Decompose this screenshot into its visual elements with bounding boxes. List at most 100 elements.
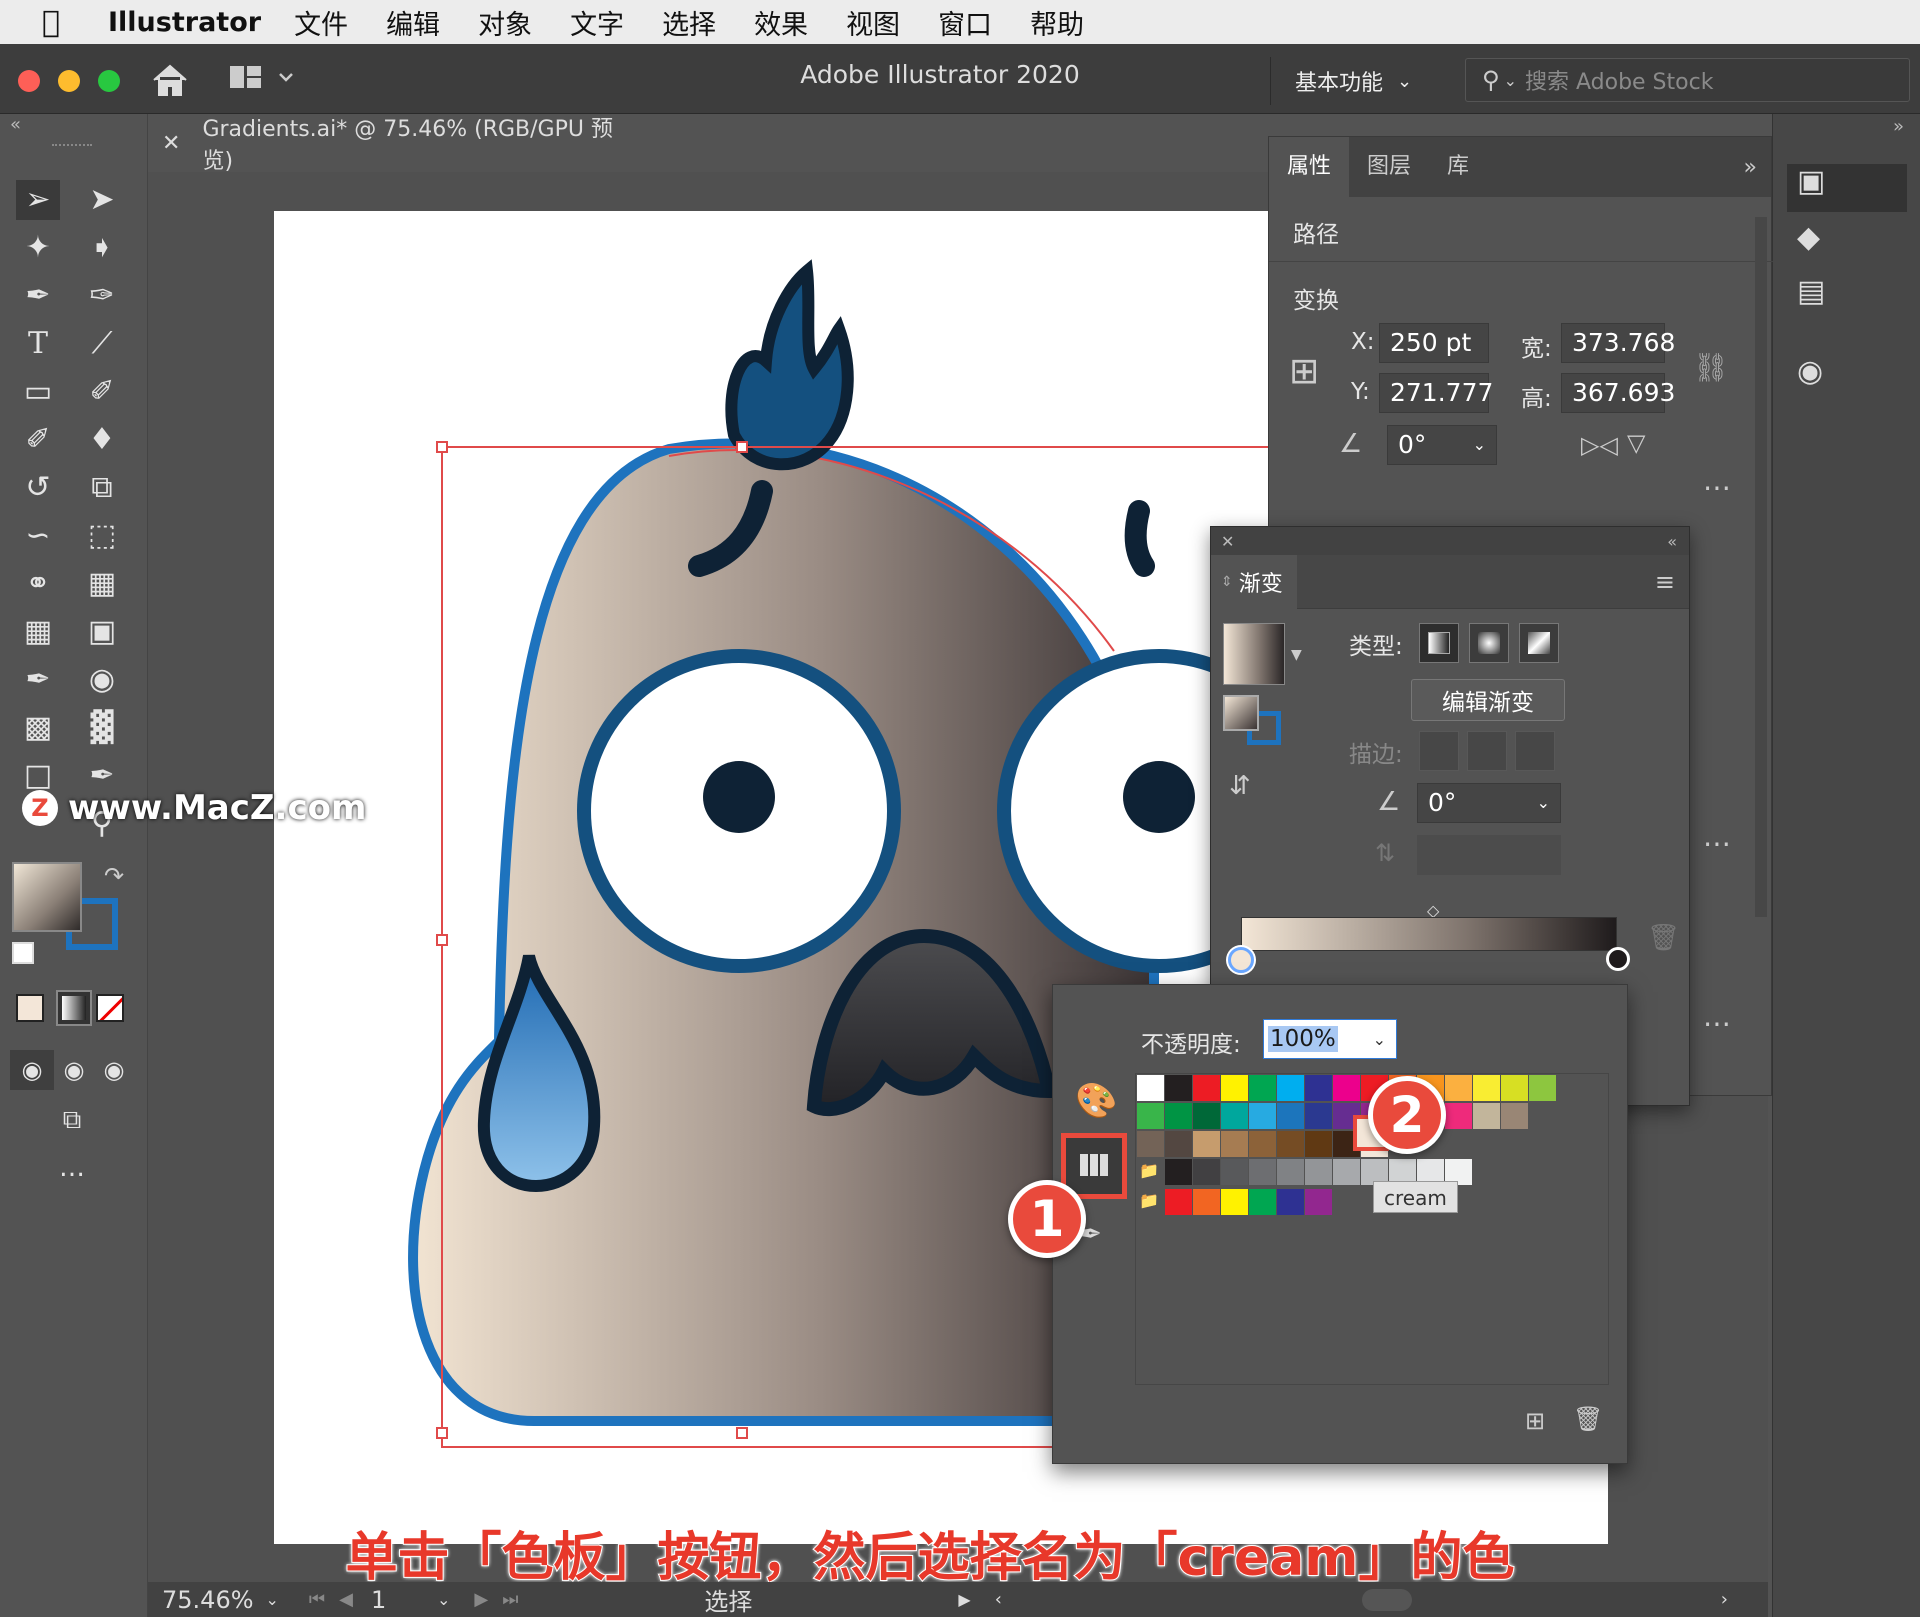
- constrain-proportions-icon[interactable]: ⛓: [1693, 351, 1729, 384]
- chevron-down-icon[interactable]: ⌄: [266, 1590, 279, 1609]
- gradient-panel-header[interactable]: ✕ «: [1211, 527, 1689, 555]
- shaper-tool-icon[interactable]: ✐: [16, 420, 60, 460]
- gradient-mode-button[interactable]: [56, 990, 92, 1026]
- screen-mode-icon[interactable]: ⧉: [50, 1100, 94, 1140]
- radial-gradient-button[interactable]: [1469, 623, 1509, 663]
- color-swatch[interactable]: [1445, 1103, 1472, 1129]
- color-swatch[interactable]: [1165, 1075, 1192, 1101]
- gradient-angle-field[interactable]: 0° ⌄: [1417, 783, 1561, 823]
- shape-builder-tool-icon[interactable]: ⚭: [16, 564, 60, 604]
- gradient-tool-icon[interactable]: ▣: [80, 612, 124, 652]
- color-mode-button[interactable]: [16, 994, 44, 1022]
- paintbrush-tool-icon[interactable]: ✐: [80, 372, 124, 412]
- menu-help[interactable]: 帮助: [1030, 3, 1084, 42]
- edit-gradient-button[interactable]: 编辑渐变: [1411, 679, 1565, 721]
- eyedropper-tool-icon[interactable]: ✒: [16, 660, 60, 700]
- stroke-within-button[interactable]: [1419, 731, 1459, 771]
- gradient-stop-right[interactable]: [1606, 947, 1630, 971]
- height-field[interactable]: 367.693: [1561, 373, 1675, 413]
- panel-menu-icon[interactable]: ≡: [1655, 568, 1675, 596]
- next-artboard-icon[interactable]: ▶: [474, 1589, 488, 1610]
- gradient-fill-swatch[interactable]: [1223, 695, 1259, 731]
- blend-tool-icon[interactable]: ◉: [80, 660, 124, 700]
- collapse-panel-icon[interactable]: «: [1667, 532, 1677, 551]
- gradient-stop-left[interactable]: [1228, 947, 1254, 973]
- color-swatch[interactable]: [1165, 1103, 1192, 1129]
- pen-tool-icon[interactable]: ✒: [16, 276, 60, 316]
- fill-swatch[interactable]: [12, 862, 82, 932]
- color-swatch[interactable]: [1193, 1075, 1220, 1101]
- color-swatch[interactable]: [1193, 1131, 1220, 1157]
- type-tool-icon[interactable]: T: [16, 324, 60, 364]
- column-graph-tool-icon[interactable]: ▓: [80, 708, 124, 748]
- chevron-down-icon[interactable]: ⌄: [437, 1590, 450, 1609]
- chevron-down-icon[interactable]: ⌄: [1537, 784, 1550, 822]
- freeform-gradient-button[interactable]: [1519, 623, 1559, 663]
- scroll-right-icon[interactable]: ›: [1721, 1589, 1728, 1610]
- close-window-button[interactable]: [18, 70, 40, 92]
- color-swatch[interactable]: [1277, 1075, 1304, 1101]
- color-swatch[interactable]: [1221, 1131, 1248, 1157]
- workspace-switcher[interactable]: 基本功能 ⌄: [1270, 57, 1428, 105]
- rotate-tool-icon[interactable]: ↺: [16, 468, 60, 508]
- menu-app-name[interactable]: Illustrator: [108, 7, 261, 38]
- rotate-angle-field[interactable]: 0° ⌄: [1387, 425, 1497, 465]
- menu-object[interactable]: 对象: [478, 3, 532, 42]
- color-swatch[interactable]: [1221, 1103, 1248, 1129]
- color-swatch[interactable]: [1473, 1075, 1500, 1101]
- menu-select[interactable]: 选择: [662, 3, 716, 42]
- lasso-tool-icon[interactable]: ➧: [80, 228, 124, 268]
- default-fill-stroke-icon[interactable]: [12, 942, 34, 964]
- tab-properties[interactable]: 属性: [1269, 137, 1350, 197]
- color-swatch[interactable]: [1137, 1075, 1164, 1101]
- line-tool-icon[interactable]: ⟋: [80, 324, 124, 364]
- color-swatch[interactable]: [1529, 1075, 1556, 1101]
- bright-swatch[interactable]: [1165, 1189, 1192, 1215]
- menu-type[interactable]: 文字: [570, 3, 624, 42]
- arrange-documents-icon[interactable]: [228, 64, 298, 94]
- color-swatch[interactable]: [1193, 1103, 1220, 1129]
- color-swatch[interactable]: [1445, 1075, 1472, 1101]
- stock-search-input[interactable]: ⚲ ⌄ 搜索 Adobe Stock: [1465, 58, 1910, 102]
- gray-swatch[interactable]: [1165, 1159, 1192, 1185]
- gray-swatch[interactable]: [1193, 1159, 1220, 1185]
- reverse-gradient-icon[interactable]: ⇵: [1229, 771, 1251, 801]
- bright-swatch[interactable]: [1193, 1189, 1220, 1215]
- properties-dock-button[interactable]: ▣: [1787, 164, 1907, 212]
- scale-tool-icon[interactable]: ⧉: [80, 468, 124, 508]
- stroke-along-button[interactable]: [1467, 731, 1507, 771]
- curvature-tool-icon[interactable]: ✑: [80, 276, 124, 316]
- more-options-icon[interactable]: ⋯: [1703, 1007, 1731, 1040]
- menu-effect[interactable]: 效果: [754, 3, 808, 42]
- scrollbar[interactable]: [1755, 217, 1767, 917]
- bright-swatch[interactable]: [1221, 1189, 1248, 1215]
- close-tab-icon[interactable]: ✕: [162, 131, 180, 156]
- color-swatch[interactable]: [1249, 1131, 1276, 1157]
- magic-wand-tool-icon[interactable]: ✦: [16, 228, 60, 268]
- home-icon[interactable]: [150, 62, 190, 98]
- bright-swatch[interactable]: [1277, 1189, 1304, 1215]
- color-swatch[interactable]: [1165, 1131, 1192, 1157]
- menu-window[interactable]: 窗口: [938, 3, 992, 42]
- prev-artboard-icon[interactable]: ◀: [339, 1589, 353, 1610]
- draw-normal-icon[interactable]: ◉: [10, 1050, 54, 1090]
- color-swatch[interactable]: [1137, 1103, 1164, 1129]
- minimize-window-button[interactable]: [58, 70, 80, 92]
- menu-view[interactable]: 视图: [846, 3, 900, 42]
- eraser-tool-icon[interactable]: ♦: [80, 420, 124, 460]
- more-options-icon[interactable]: ⋯: [1703, 471, 1731, 504]
- zoom-level[interactable]: 75.46%: [162, 1586, 254, 1614]
- selection-tool-icon[interactable]: ➢: [16, 180, 60, 220]
- status-menu-icon[interactable]: ▶: [958, 1590, 970, 1609]
- apple-icon[interactable]: : [42, 5, 82, 40]
- mesh-tool-icon[interactable]: ▦: [16, 612, 60, 652]
- direct-selection-tool-icon[interactable]: ➤: [80, 180, 124, 220]
- tab-gradient[interactable]: ⇕ 渐变: [1211, 554, 1297, 609]
- color-swatch[interactable]: [1249, 1103, 1276, 1129]
- color-swatch[interactable]: [1501, 1103, 1528, 1129]
- reference-point-icon[interactable]: ⊞: [1289, 351, 1319, 392]
- color-swatch[interactable]: [1277, 1103, 1304, 1129]
- flip-horizontal-icon[interactable]: ▷◁: [1581, 431, 1618, 459]
- scroll-left-icon[interactable]: ‹: [995, 1589, 1002, 1610]
- gray-swatch[interactable]: [1333, 1159, 1360, 1185]
